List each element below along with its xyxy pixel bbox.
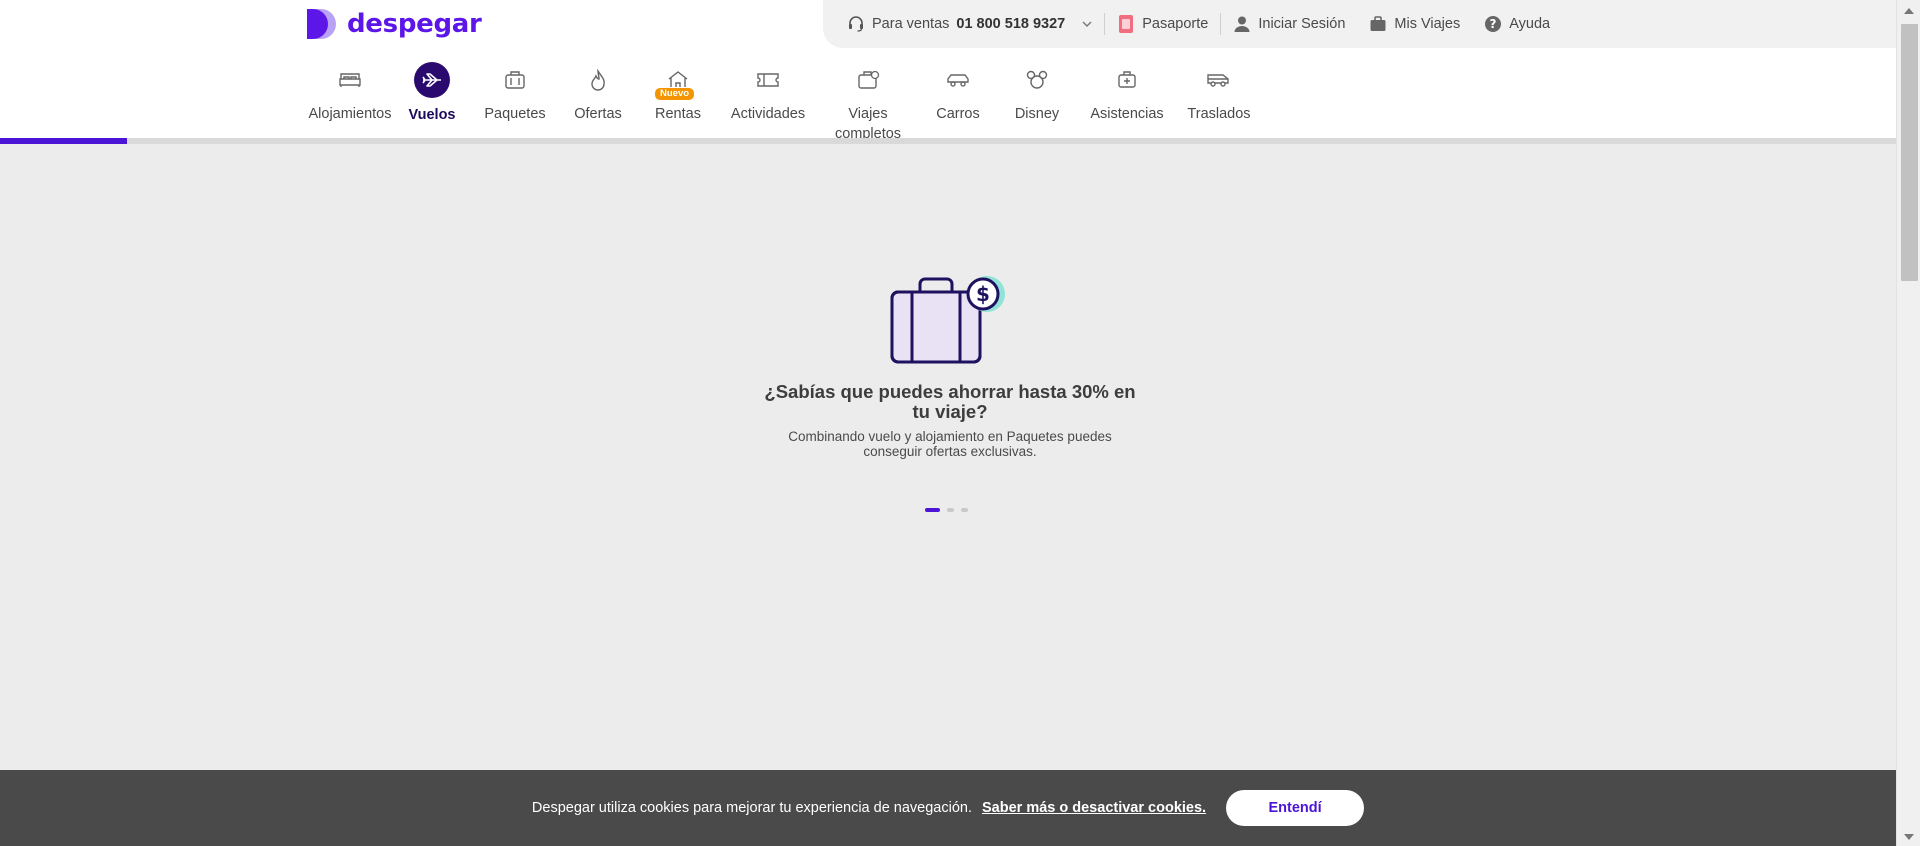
chevron-down-icon (1082, 21, 1092, 27)
cookie-settings-link[interactable]: Saber más o desactivar cookies. (982, 800, 1206, 816)
scroll-down-icon[interactable] (1904, 834, 1914, 840)
nav-label: Asistencias (1090, 106, 1164, 122)
user-icon (1234, 16, 1250, 32)
nav-label: Rentas (655, 106, 701, 122)
my-trips-link[interactable]: Mis Viajes (1369, 15, 1460, 33)
nav-item-traslados[interactable]: Traslados (1186, 62, 1252, 124)
divider (1104, 13, 1106, 35)
nav-label: Alojamientos (308, 106, 392, 122)
nav-label: Paquetes (484, 106, 546, 122)
accept-cookies-button[interactable]: Entendí (1226, 790, 1365, 826)
mickey-icon (1019, 62, 1055, 98)
passport-label: Pasaporte (1142, 16, 1209, 32)
loading-progress-bar (0, 138, 1896, 144)
question-icon: ? (1485, 16, 1502, 32)
svg-text:$: $ (976, 282, 990, 306)
cookie-banner: Despegar utiliza cookies para mejorar tu… (0, 770, 1896, 846)
nav-label: Disney (1014, 106, 1060, 122)
luggage-icon (850, 62, 886, 98)
cookie-text: Despegar utiliza cookies para mejorar tu… (531, 800, 972, 816)
help-link[interactable]: ? Ayuda (1484, 15, 1550, 33)
promo-headline: ¿Sabías que puedes ahorrar hasta 30% en … (764, 381, 1136, 422)
passport-icon (1119, 15, 1134, 33)
sales-label: Para ventas (872, 16, 950, 32)
nav-item-paquetes[interactable]: Paquetes (480, 62, 550, 124)
nav-item-viajes-completos[interactable]: Viajes completos (828, 62, 908, 144)
page-scrollbar[interactable] (1896, 0, 1920, 846)
nav-item-asistencias[interactable]: Asistencias (1088, 62, 1166, 124)
brand-logo[interactable]: despegar (307, 7, 482, 41)
carousel-dot[interactable] (961, 508, 968, 512)
nav-label: Vuelos (408, 107, 456, 123)
login-label: Iniciar Sesión (1258, 16, 1346, 32)
nav-label: Actividades (730, 106, 806, 122)
scroll-up-icon[interactable] (1904, 8, 1914, 14)
carousel-dot[interactable] (947, 508, 954, 512)
carousel-indicators (925, 508, 968, 512)
nav-label: Carros (936, 106, 980, 122)
nav-item-carros[interactable]: Carros (932, 62, 984, 124)
nav-item-rentas[interactable]: Nuevo Rentas (652, 62, 704, 124)
suitcase-savings-illustration: $ (885, 270, 1015, 370)
nav-item-disney[interactable]: Disney (1012, 62, 1062, 124)
top-utility-bar: Para ventas 01 800 518 9327 Pasaporte In… (823, 0, 1896, 48)
logo-text: despegar (347, 9, 482, 39)
nav-item-actividades[interactable]: Actividades (728, 62, 808, 124)
loading-progress-fill (0, 138, 127, 144)
suitcase-icon (497, 62, 533, 98)
headset-icon (849, 16, 863, 32)
passport-link[interactable]: Pasaporte (1117, 14, 1208, 34)
airplane-icon (414, 62, 450, 98)
carousel-dot[interactable] (925, 508, 940, 512)
nav-label: Traslados (1187, 106, 1251, 122)
nav-item-vuelos[interactable]: Vuelos (408, 62, 456, 125)
car-icon (940, 62, 976, 98)
nav-item-ofertas[interactable]: Ofertas (570, 62, 626, 124)
sales-phone-dropdown[interactable]: Para ventas 01 800 518 9327 (847, 15, 1092, 33)
new-badge: Nuevo (654, 87, 696, 101)
scroll-thumb[interactable] (1901, 24, 1918, 281)
promo-subtext: Combinando vuelo y alojamiento en Paquet… (788, 429, 1112, 459)
flame-icon (580, 62, 616, 98)
nav-item-alojamientos[interactable]: Alojamientos (307, 62, 393, 124)
logo-mark-icon (307, 7, 341, 41)
help-label: Ayuda (1509, 16, 1551, 32)
my-trips-label: Mis Viajes (1394, 16, 1461, 32)
divider (1220, 13, 1222, 35)
nav-label: Ofertas (574, 106, 622, 122)
bed-icon (332, 62, 368, 98)
van-icon (1201, 62, 1237, 98)
login-link[interactable]: Iniciar Sesión (1233, 15, 1345, 33)
ticket-icon (750, 62, 786, 98)
house-icon: Nuevo (654, 62, 696, 101)
briefcase-icon (1370, 16, 1386, 31)
site-header: despegar Para ventas 01 800 518 9327 Pas… (0, 0, 1896, 142)
svg-text:?: ? (1490, 17, 1497, 31)
medical-kit-icon (1109, 62, 1145, 98)
sales-phone: 01 800 518 9327 (956, 16, 1066, 32)
